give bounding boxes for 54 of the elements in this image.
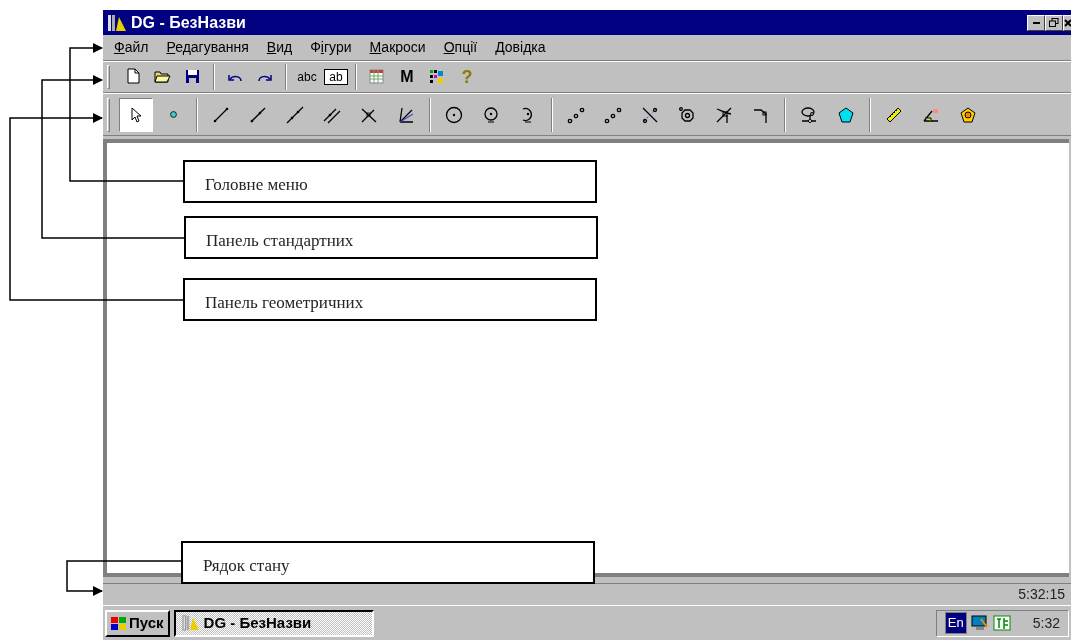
undo-icon: [227, 72, 243, 82]
callout-label: Рядок стану: [181, 541, 595, 584]
pentagon-icon: [959, 105, 977, 124]
text-button[interactable]: M: [394, 64, 420, 90]
angle-bisector-icon: [397, 105, 415, 124]
close-icon: [1064, 18, 1071, 27]
clock: 5:32: [1032, 613, 1060, 633]
ray-icon: [249, 105, 267, 124]
folder-icon: [154, 68, 172, 86]
points-icon: [567, 105, 585, 124]
circle-icon: [445, 105, 463, 124]
callout-label: Панель стандартних: [184, 216, 598, 259]
language-indicator[interactable]: En: [944, 612, 967, 634]
point-icon: [169, 111, 177, 118]
minimize-icon: [1032, 21, 1040, 24]
taskbar-button[interactable]: DG - БезНазви: [173, 609, 374, 637]
close-button[interactable]: [1063, 14, 1071, 31]
points-icon: [604, 105, 622, 124]
crossing-lines-icon: [715, 105, 733, 124]
pentagon-icon: [837, 105, 855, 124]
restore-icon: [1049, 18, 1059, 27]
new-file-icon: [124, 68, 142, 86]
save-icon: [184, 68, 202, 86]
octagon-icon: [678, 105, 696, 124]
menu-item[interactable]: Вид: [257, 37, 302, 58]
table-icon: [368, 68, 386, 86]
text-box-button[interactable]: ab: [324, 69, 348, 85]
restore-button[interactable]: [1045, 14, 1063, 31]
menu-item[interactable]: Фігури: [301, 37, 361, 58]
locus-icon: [800, 105, 818, 124]
menu-item[interactable]: Довідка: [486, 37, 555, 58]
status-time: 5:32:15: [1018, 585, 1065, 604]
menu-item[interactable]: Файл: [105, 37, 158, 58]
redo-icon: [257, 72, 273, 82]
menu-item[interactable]: Макроси: [360, 37, 435, 58]
windows-logo: [111, 616, 126, 630]
line-icon: [286, 105, 304, 124]
app-icon: [107, 13, 127, 32]
app-icon: [181, 615, 200, 631]
monitor-icon[interactable]: [970, 615, 989, 631]
segment-icon: [212, 105, 230, 124]
minimize-button[interactable]: [1027, 14, 1045, 31]
start-button[interactable]: Пуск: [105, 609, 170, 637]
callout-label: Панель геометричних: [183, 278, 597, 321]
circle-icon: [482, 105, 500, 124]
text-button[interactable]: abc: [294, 64, 320, 90]
palette-icon: [428, 68, 446, 86]
intersection-icon: [641, 105, 659, 124]
keyboard-icon[interactable]: [992, 615, 1011, 631]
menu-item[interactable]: Редагування: [157, 37, 258, 58]
ruler-icon: [885, 105, 903, 124]
window-title: DG - БезНазви: [131, 12, 246, 33]
callout-label: Головне меню: [183, 160, 597, 203]
menu-item[interactable]: Опції: [434, 37, 487, 58]
